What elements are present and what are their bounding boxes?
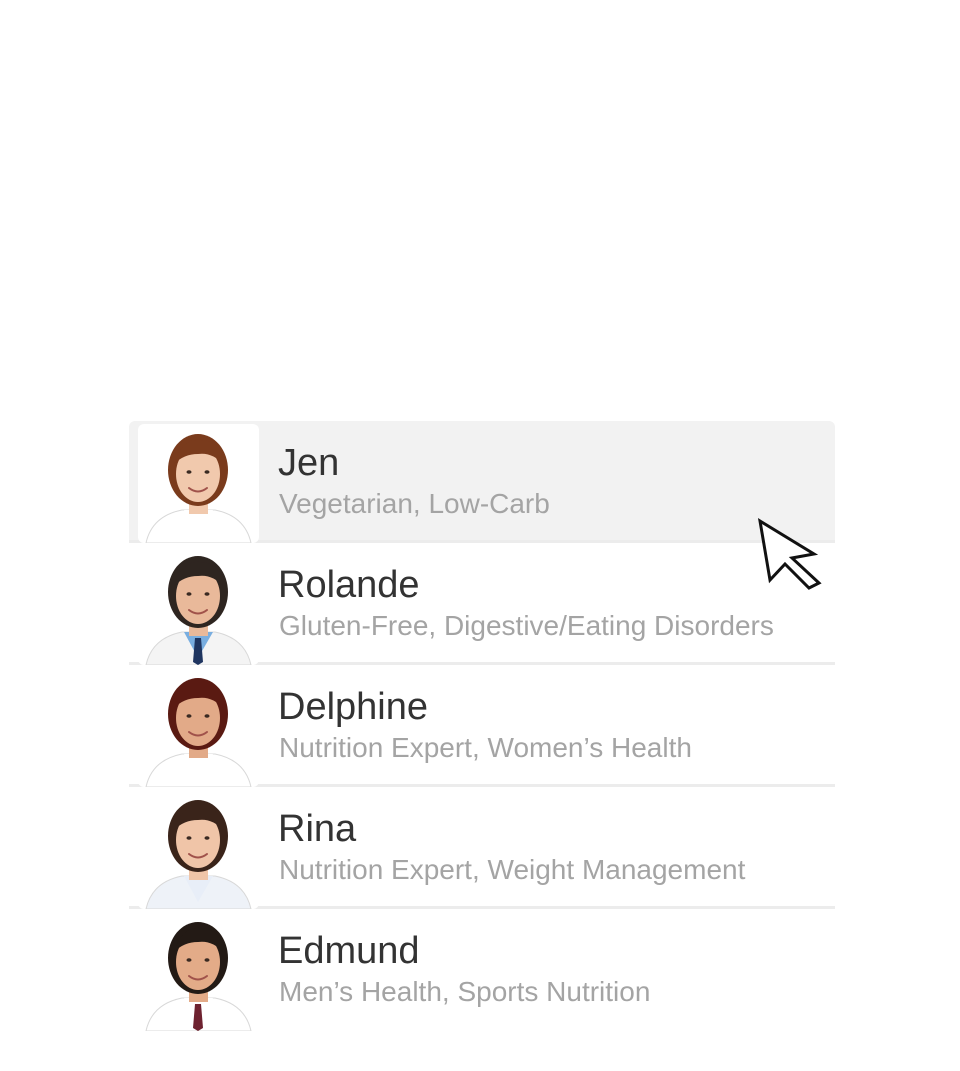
expert-name: Edmund xyxy=(278,930,420,972)
expert-name: Rolande xyxy=(278,564,420,606)
expert-row-rina[interactable]: Rina Nutrition Expert, Weight Management xyxy=(129,787,835,909)
expert-row-delphine[interactable]: Delphine Nutrition Expert, Women’s Healt… xyxy=(129,665,835,787)
expert-specialty: Nutrition Expert, Women’s Health xyxy=(279,732,692,763)
expert-specialty: Men’s Health, Sports Nutrition xyxy=(279,976,651,1007)
expert-name: Jen xyxy=(278,442,340,484)
expert-avatar xyxy=(138,424,259,543)
expert-avatar xyxy=(138,912,259,1031)
expert-specialty: Gluten-Free, Digestive/Eating Disorders xyxy=(279,610,774,641)
expert-avatar xyxy=(138,790,259,909)
expert-avatar xyxy=(138,546,259,665)
expert-row-jen[interactable]: Jen Vegetarian, Low-Carb xyxy=(129,421,835,543)
expert-name: Rina xyxy=(278,808,357,850)
mouse-cursor-icon xyxy=(757,518,822,590)
expert-name: Delphine xyxy=(278,686,428,728)
expert-avatar xyxy=(138,668,259,787)
expert-specialty: Vegetarian, Low-Carb xyxy=(279,488,550,519)
expert-specialty: Nutrition Expert, Weight Management xyxy=(279,854,746,885)
expert-list: Jen Vegetarian, Low-Carb Rolande Gluten-… xyxy=(129,421,835,1041)
expert-picker-screen: Jen Vegetarian, Low-Carb Rolande Gluten-… xyxy=(0,0,960,1071)
expert-row-rolande[interactable]: Rolande Gluten-Free, Digestive/Eating Di… xyxy=(129,543,835,665)
expert-row-edmund[interactable]: Edmund Men’s Health, Sports Nutrition xyxy=(129,909,835,1031)
